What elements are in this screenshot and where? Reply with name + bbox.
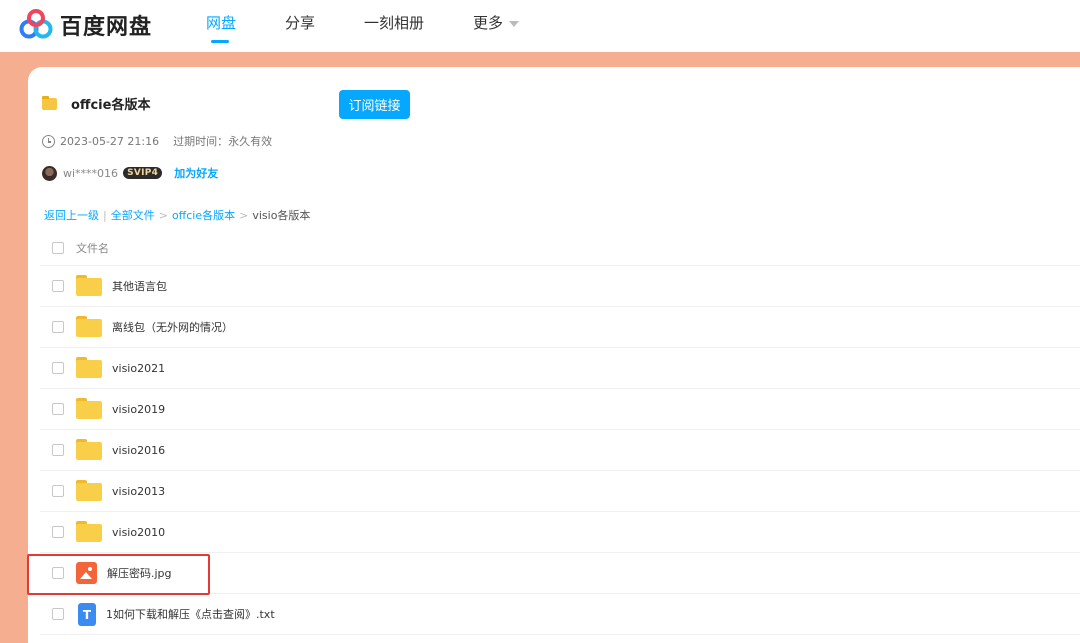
column-header-filename: 文件名	[76, 241, 109, 255]
file-name[interactable]: visio2016	[112, 444, 165, 457]
file-name[interactable]: 1如何下载和解压《点击查阅》.txt	[106, 606, 275, 622]
table-row[interactable]: 其他语言包	[40, 266, 1080, 307]
select-all-checkbox[interactable]	[52, 241, 64, 254]
breadcrumb: 返回上一级 | 全部文件 > offcie各版本 > visio各版本	[44, 207, 310, 223]
folder-icon	[42, 95, 57, 110]
subscribe-link-button[interactable]: 订阅链接	[339, 90, 410, 119]
table-row[interactable]: visio2013	[40, 471, 1080, 512]
table-row[interactable]: visio2019	[40, 389, 1080, 430]
folder-icon	[76, 521, 102, 543]
svip-badge: SVIP4	[123, 167, 163, 179]
share-title-row: offcie各版本	[42, 94, 150, 113]
app-name: 百度网盘	[60, 15, 153, 40]
top-nav: 百度网盘 网盘 分享 一刻相册 更多	[0, 0, 1080, 52]
nav-item-pan[interactable]: 网盘	[206, 12, 236, 33]
breadcrumb-item-all-files[interactable]: 全部文件	[111, 207, 155, 223]
share-meta: 2023-05-27 21:16 过期时间： 永久有效	[42, 133, 272, 149]
row-checkbox[interactable]	[52, 403, 64, 415]
row-checkbox[interactable]	[52, 485, 64, 497]
row-checkbox[interactable]	[52, 526, 64, 538]
table-row[interactable]: visio2021	[40, 348, 1080, 389]
baidu-pan-logo[interactable]: 百度网盘	[18, 8, 152, 42]
breadcrumb-current: visio各版本	[252, 209, 311, 222]
file-name[interactable]: 解压密码.jpg	[107, 565, 172, 581]
breadcrumb-back-link[interactable]: 返回上一级	[44, 207, 99, 223]
avatar[interactable]	[42, 165, 57, 181]
folder-icon	[76, 439, 102, 461]
file-list-header: 文件名	[40, 230, 1080, 266]
breadcrumb-item-office[interactable]: offcie各版本	[172, 207, 235, 223]
baidu-pan-logo-icon	[19, 9, 53, 39]
table-row[interactable]: visio2016	[40, 430, 1080, 471]
file-name[interactable]: 离线包（无外网的情况）	[112, 319, 233, 335]
file-name[interactable]: 其他语言包	[112, 278, 167, 294]
share-created-time: 2023-05-27 21:16	[60, 134, 160, 148]
expiry-label: 过期时间：	[173, 135, 229, 148]
share-title: offcie各版本	[71, 98, 151, 113]
chevron-down-icon	[509, 20, 520, 27]
nav-item-moments[interactable]: 一刻相册	[364, 12, 424, 33]
text-file-icon: T	[78, 602, 96, 626]
row-checkbox[interactable]	[52, 567, 64, 579]
breadcrumb-separator: >	[158, 208, 168, 222]
file-name[interactable]: visio2019	[112, 403, 165, 416]
sharer-username: wi****016	[63, 166, 119, 180]
table-row[interactable]: 解压密码.jpg	[40, 553, 1080, 594]
breadcrumb-separator: >	[239, 208, 249, 222]
file-name[interactable]: visio2010	[112, 526, 165, 539]
sharer-info: wi****016 SVIP4 加为好友	[42, 165, 218, 181]
nav-item-more-label: 更多	[473, 14, 504, 32]
folder-icon	[76, 398, 102, 420]
nav-active-indicator	[211, 40, 229, 43]
table-row[interactable]: visio2010	[40, 512, 1080, 553]
row-checkbox[interactable]	[52, 362, 64, 374]
nav-item-more[interactable]: 更多	[473, 12, 520, 33]
nav-item-share[interactable]: 分享	[285, 12, 315, 33]
file-list: 文件名 其他语言包 离线包（无外网的情况） visio2021 visio201…	[40, 230, 1080, 635]
breadcrumb-divider: |	[103, 208, 107, 222]
folder-icon	[76, 357, 102, 379]
row-checkbox[interactable]	[52, 444, 64, 456]
image-file-icon	[76, 562, 97, 584]
row-checkbox[interactable]	[52, 280, 64, 292]
folder-icon	[76, 480, 102, 502]
file-name[interactable]: visio2021	[112, 362, 165, 375]
table-row[interactable]: T 1如何下载和解压《点击查阅》.txt	[40, 594, 1080, 635]
table-row[interactable]: 离线包（无外网的情况）	[40, 307, 1080, 348]
folder-icon	[76, 275, 102, 297]
file-name[interactable]: visio2013	[112, 485, 165, 498]
expiry-value: 永久有效	[228, 135, 273, 148]
add-friend-link[interactable]: 加为好友	[174, 165, 218, 181]
clock-icon	[42, 134, 55, 148]
row-checkbox[interactable]	[52, 321, 64, 333]
row-checkbox[interactable]	[52, 608, 64, 620]
folder-icon	[76, 316, 102, 338]
